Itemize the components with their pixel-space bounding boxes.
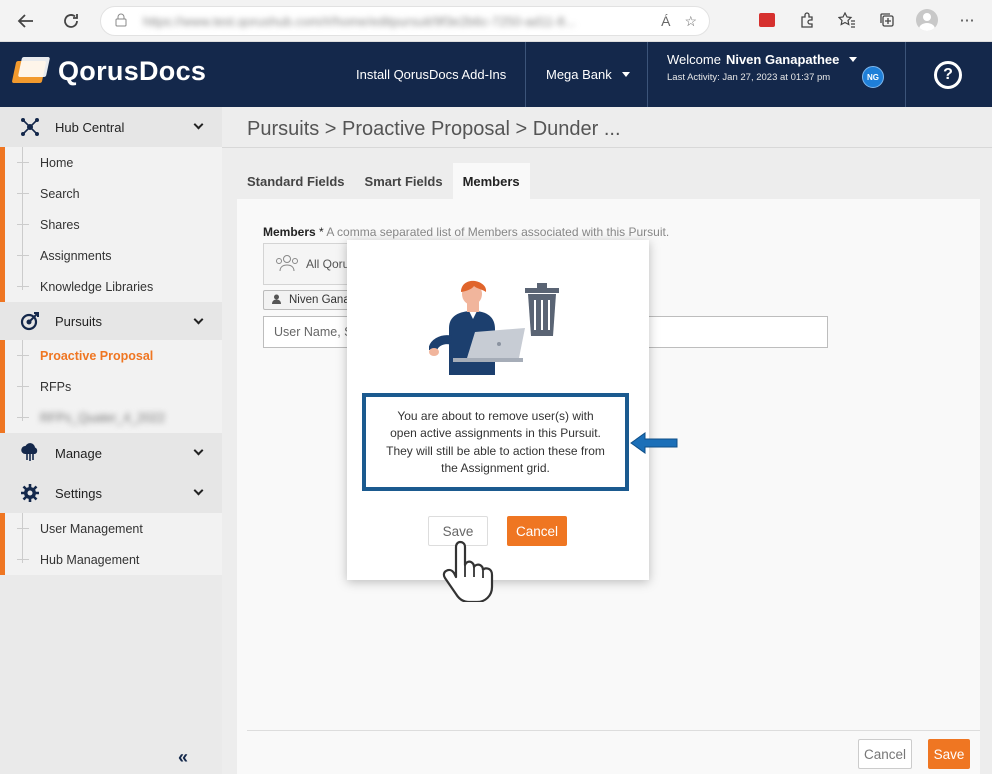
sidebar-item-knowledge-libraries[interactable]: Knowledge Libraries xyxy=(5,271,222,302)
header-divider xyxy=(905,42,906,107)
sidebar-item-assignments[interactable]: Assignments xyxy=(5,240,222,271)
target-icon xyxy=(20,311,40,331)
sidebar-item-proactive-proposal[interactable]: Proactive Proposal xyxy=(5,340,222,371)
collections-icon[interactable] xyxy=(872,5,902,35)
members-picker[interactable]: All Qoru xyxy=(263,243,353,285)
sidebar-item-rfps[interactable]: RFPs xyxy=(5,371,222,402)
chevron-down-icon xyxy=(193,119,204,130)
chip-label: Niven Gana xyxy=(289,294,350,306)
cancel-button[interactable]: Cancel xyxy=(858,739,912,769)
extension-red-icon[interactable] xyxy=(752,5,782,35)
sidebar-section-label: Manage xyxy=(55,445,102,461)
read-aloud-icon[interactable]: Á xyxy=(661,13,670,30)
user-avatar[interactable]: NG xyxy=(862,66,884,88)
install-addins-link[interactable]: Install QorusDocs Add-Ins xyxy=(356,42,506,107)
bank-label: Mega Bank xyxy=(546,67,612,82)
sidebar-section-hub-central[interactable]: Hub Central xyxy=(0,107,222,147)
help-icon[interactable]: ? xyxy=(934,61,962,89)
url-text: https://www.test.qorushub.com/#/home/edi… xyxy=(143,13,576,29)
sidebar-section-label: Settings xyxy=(55,485,102,501)
tab-members[interactable]: Members xyxy=(452,163,530,199)
welcome-label: Welcome xyxy=(667,52,721,67)
sidebar-section-label: Pursuits xyxy=(55,313,102,329)
tab-standard-fields[interactable]: Standard Fields xyxy=(237,163,355,199)
chevron-down-icon xyxy=(193,314,204,325)
user-menu[interactable]: Welcome Niven Ganapathee Last Activity: J… xyxy=(667,52,858,83)
person-laptop-trash-illustration xyxy=(428,280,569,380)
caret-down-icon xyxy=(621,72,630,77)
favorite-add-icon[interactable]: ☆ xyxy=(684,13,697,30)
annotation-arrow-icon xyxy=(630,432,678,454)
cloud-icon xyxy=(20,443,40,463)
members-hint: A comma separated list of Members associ… xyxy=(326,225,670,239)
sidebar-submenu-hub-central: Home Search Shares Assignments Knowledge… xyxy=(0,147,222,302)
lock-icon xyxy=(115,13,127,30)
app-header: QorusDocs Install QorusDocs Add-Ins Mega… xyxy=(0,42,992,107)
back-icon[interactable] xyxy=(10,5,42,37)
sidebar-section-pursuits[interactable]: Pursuits xyxy=(0,302,222,340)
header-divider xyxy=(647,42,648,107)
refresh-icon[interactable] xyxy=(55,5,87,37)
bank-dropdown[interactable]: Mega Bank xyxy=(546,42,630,107)
sidebar-submenu-pursuits: Proactive Proposal RFPs RFPs_Quater_4_20… xyxy=(0,340,222,433)
sidebar-section-label: Hub Central xyxy=(55,119,125,135)
chevron-down-icon xyxy=(193,485,204,496)
sidebar-item-hub-management[interactable]: Hub Management xyxy=(5,544,222,575)
collapse-sidebar-icon[interactable]: « xyxy=(178,747,188,768)
extensions-icon[interactable] xyxy=(792,5,822,35)
sidebar-submenu-settings: User Management Hub Management xyxy=(0,513,222,575)
sidebar-item-rfps-quarter[interactable]: RFPs_Quater_4_2022 xyxy=(5,402,222,433)
tab-smart-fields[interactable]: Smart Fields xyxy=(355,163,453,199)
modal-cancel-button[interactable]: Cancel xyxy=(507,516,567,546)
breadcrumb: Pursuits > Proactive Proposal > Dunder .… xyxy=(247,118,621,140)
gear-icon xyxy=(20,483,40,503)
confirm-remove-dialog: You are about to remove user(s) with ope… xyxy=(347,240,649,580)
save-button[interactable]: Save xyxy=(928,739,970,769)
sidebar-item-shares[interactable]: Shares xyxy=(5,209,222,240)
caret-down-icon xyxy=(849,57,858,62)
user-icon xyxy=(272,294,281,307)
tab-bar: Standard Fields Smart Fields Members xyxy=(237,163,530,199)
chevron-down-icon xyxy=(193,445,204,456)
logo-mark-icon xyxy=(11,56,52,87)
member-chip[interactable]: Niven Gana xyxy=(263,290,353,310)
picker-text: All Qoru xyxy=(306,257,350,271)
qorusdocs-logo[interactable]: QorusDocs xyxy=(11,56,207,87)
sidebar-item-home[interactable]: Home xyxy=(5,147,222,178)
hub-icon xyxy=(20,117,40,137)
more-icon[interactable]: ⋯ xyxy=(952,5,982,35)
users-group-icon xyxy=(274,254,300,275)
logo-text: QorusDocs xyxy=(58,56,207,86)
sidebar-item-search[interactable]: Search xyxy=(5,178,222,209)
sidebar-section-settings[interactable]: Settings xyxy=(0,473,222,513)
user-name: Niven Ganapathee xyxy=(725,52,840,67)
sidebar-section-manage[interactable]: Manage xyxy=(0,433,222,473)
hand-pointer-icon xyxy=(442,540,494,602)
last-activity: Last Activity: Jan 27, 2023 at 01:37 pm xyxy=(667,72,831,83)
favorites-icon[interactable] xyxy=(832,5,862,35)
address-bar[interactable]: https://www.test.qorushub.com/#/home/edi… xyxy=(100,6,710,36)
members-field-label: Members * A comma separated list of Memb… xyxy=(263,225,670,239)
sidebar-item-user-management[interactable]: User Management xyxy=(5,513,222,544)
sidebar: Hub Central Home Search Shares Assignmen… xyxy=(0,107,222,774)
warning-message: You are about to remove user(s) with ope… xyxy=(362,393,629,491)
browser-toolbar: https://www.test.qorushub.com/#/home/edi… xyxy=(0,0,992,42)
header-divider xyxy=(525,42,526,107)
profile-icon[interactable] xyxy=(912,5,942,35)
